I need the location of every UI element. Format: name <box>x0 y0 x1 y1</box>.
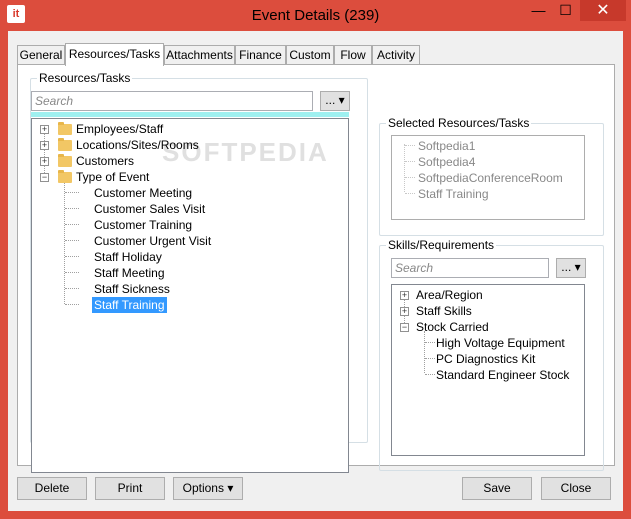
open-folder-icon <box>58 170 72 183</box>
skills-node-high-voltage-equipment[interactable]: High Voltage Equipment <box>436 335 565 351</box>
expand-plus-icon[interactable]: + <box>40 157 49 166</box>
skills-search-options-button[interactable]: ... ▾ <box>556 258 586 278</box>
folder-icon <box>58 154 72 167</box>
tree-node-customer-training[interactable]: Customer Training <box>94 217 192 233</box>
search-progress-bar <box>31 112 349 117</box>
tab-custom[interactable]: Custom <box>286 45 334 65</box>
tree-connector <box>65 272 79 273</box>
skills-dropdown-label: ... <box>561 260 572 274</box>
tree-node-staff-holiday[interactable]: Staff Holiday <box>94 249 162 265</box>
chevron-down-icon: ▾ <box>338 93 345 107</box>
tree-connector <box>405 145 415 146</box>
folder-icon <box>58 138 72 151</box>
tree-node-type-of-event[interactable]: − Type of Event <box>32 169 332 185</box>
tab-activity[interactable]: Activity <box>372 45 420 65</box>
save-button[interactable]: Save <box>462 477 532 500</box>
tree-connector <box>425 342 435 343</box>
chevron-down-icon: ▾ <box>574 260 581 274</box>
expand-plus-icon[interactable]: + <box>40 125 49 134</box>
skills-node-pc-diagnostics-kit[interactable]: PC Diagnostics Kit <box>436 351 535 367</box>
tab-finance[interactable]: Finance <box>235 45 286 65</box>
close-button[interactable]: Close <box>541 477 611 500</box>
tree-connector <box>405 177 415 178</box>
options-label: Options <box>182 481 224 495</box>
tab-attachments[interactable]: Attachments <box>164 45 235 65</box>
expand-plus-icon[interactable]: + <box>400 291 409 300</box>
tree-connector <box>65 224 79 225</box>
tree-connector <box>65 256 79 257</box>
expand-plus-icon[interactable]: + <box>40 141 49 150</box>
tree-node-employees-staff[interactable]: + Employees/Staff <box>32 121 332 137</box>
selected-resources-list: Softpedia1 Softpedia4 SoftpediaConferenc… <box>391 135 585 220</box>
selected-item-staff-training[interactable]: Staff Training <box>418 186 489 202</box>
title-bar[interactable]: it Event Details (239) — ☐ ✕ <box>0 0 631 31</box>
tab-resources-tasks[interactable]: Resources/Tasks <box>65 43 164 66</box>
tree-node-label: Stock Carried <box>416 320 489 334</box>
tree-connector <box>64 181 65 304</box>
skills-node-staff-skills[interactable]: + Staff Skills <box>392 303 582 319</box>
collapse-minus-icon[interactable]: − <box>400 323 409 332</box>
resources-dropdown-label: ... <box>325 93 336 107</box>
close-window-button[interactable]: ✕ <box>580 0 626 21</box>
resources-group-label: Resources/Tasks <box>37 71 133 85</box>
tree-node-customer-sales-visit[interactable]: Customer Sales Visit <box>94 201 205 217</box>
tree-node-staff-sickness[interactable]: Staff Sickness <box>94 281 170 297</box>
tree-connector <box>424 331 425 373</box>
tree-node-customer-meeting[interactable]: Customer Meeting <box>94 185 192 201</box>
tree-connector <box>425 358 435 359</box>
chevron-down-icon: ▾ <box>227 481 234 495</box>
skills-node-standard-engineer-stock[interactable]: Standard Engineer Stock <box>436 367 569 383</box>
event-details-window: it Event Details (239) — ☐ ✕ General Res… <box>0 0 631 519</box>
resources-search-input[interactable]: Search <box>31 91 313 111</box>
tree-node-staff-meeting[interactable]: Staff Meeting <box>94 265 165 281</box>
maximize-button[interactable]: ☐ <box>552 0 579 21</box>
dialog-client-area: General Resources/Tasks Attachments Fina… <box>8 31 623 511</box>
skills-node-area-region[interactable]: + Area/Region <box>392 287 582 303</box>
tree-connector <box>425 374 435 375</box>
tree-node-label: Employees/Staff <box>76 122 164 136</box>
skills-tree: + Area/Region + Staff Skills − Stock Car… <box>391 284 585 456</box>
tree-connector <box>65 304 79 305</box>
tab-flow[interactable]: Flow <box>334 45 372 65</box>
selected-item-softpedia4[interactable]: Softpedia4 <box>418 154 475 170</box>
tree-node-label: Locations/Sites/Rooms <box>76 138 199 152</box>
tab-general[interactable]: General <box>17 45 65 65</box>
selected-item-conference-room[interactable]: SoftpediaConferenceRoom <box>418 170 563 186</box>
delete-button[interactable]: Delete <box>17 477 87 500</box>
tree-connector <box>65 288 79 289</box>
collapse-minus-icon[interactable]: − <box>40 173 49 182</box>
resources-tree: SOFTPEDIA + Employees/Staff + Locations/… <box>31 118 349 473</box>
tree-connector <box>65 240 79 241</box>
resources-search-options-button[interactable]: ... ▾ <box>320 91 350 111</box>
options-button[interactable]: Options ▾ <box>173 477 243 500</box>
skills-search-input[interactable]: Search <box>391 258 549 278</box>
skills-group-label: Skills/Requirements <box>386 238 497 252</box>
tree-node-label: Customers <box>76 154 135 168</box>
tree-node-customer-urgent-visit[interactable]: Customer Urgent Visit <box>94 233 211 249</box>
tree-connector <box>405 161 415 162</box>
tree-node-locations[interactable]: + Locations/Sites/Rooms <box>32 137 332 153</box>
tree-node-customers[interactable]: + Customers <box>32 153 332 169</box>
tree-node-staff-training[interactable]: Staff Training <box>92 297 167 313</box>
selected-item-softpedia1[interactable]: Softpedia1 <box>418 138 475 154</box>
resources-tasks-panel: Resources/Tasks Search ... ▾ SOFTPEDIA +… <box>17 64 615 473</box>
tree-connector <box>404 144 405 192</box>
selected-group-label: Selected Resources/Tasks <box>386 116 532 130</box>
tree-connector <box>65 192 79 193</box>
print-button[interactable]: Print <box>95 477 165 500</box>
tree-connector <box>405 193 415 194</box>
folder-icon <box>58 122 72 135</box>
expand-plus-icon[interactable]: + <box>400 307 409 316</box>
tree-node-label: Area/Region <box>416 288 483 302</box>
skills-node-stock-carried[interactable]: − Stock Carried <box>392 319 582 335</box>
tree-node-label: Type of Event <box>76 170 150 184</box>
tree-connector <box>65 208 79 209</box>
tree-node-label: Staff Skills <box>416 304 472 318</box>
minimize-button[interactable]: — <box>525 0 552 21</box>
